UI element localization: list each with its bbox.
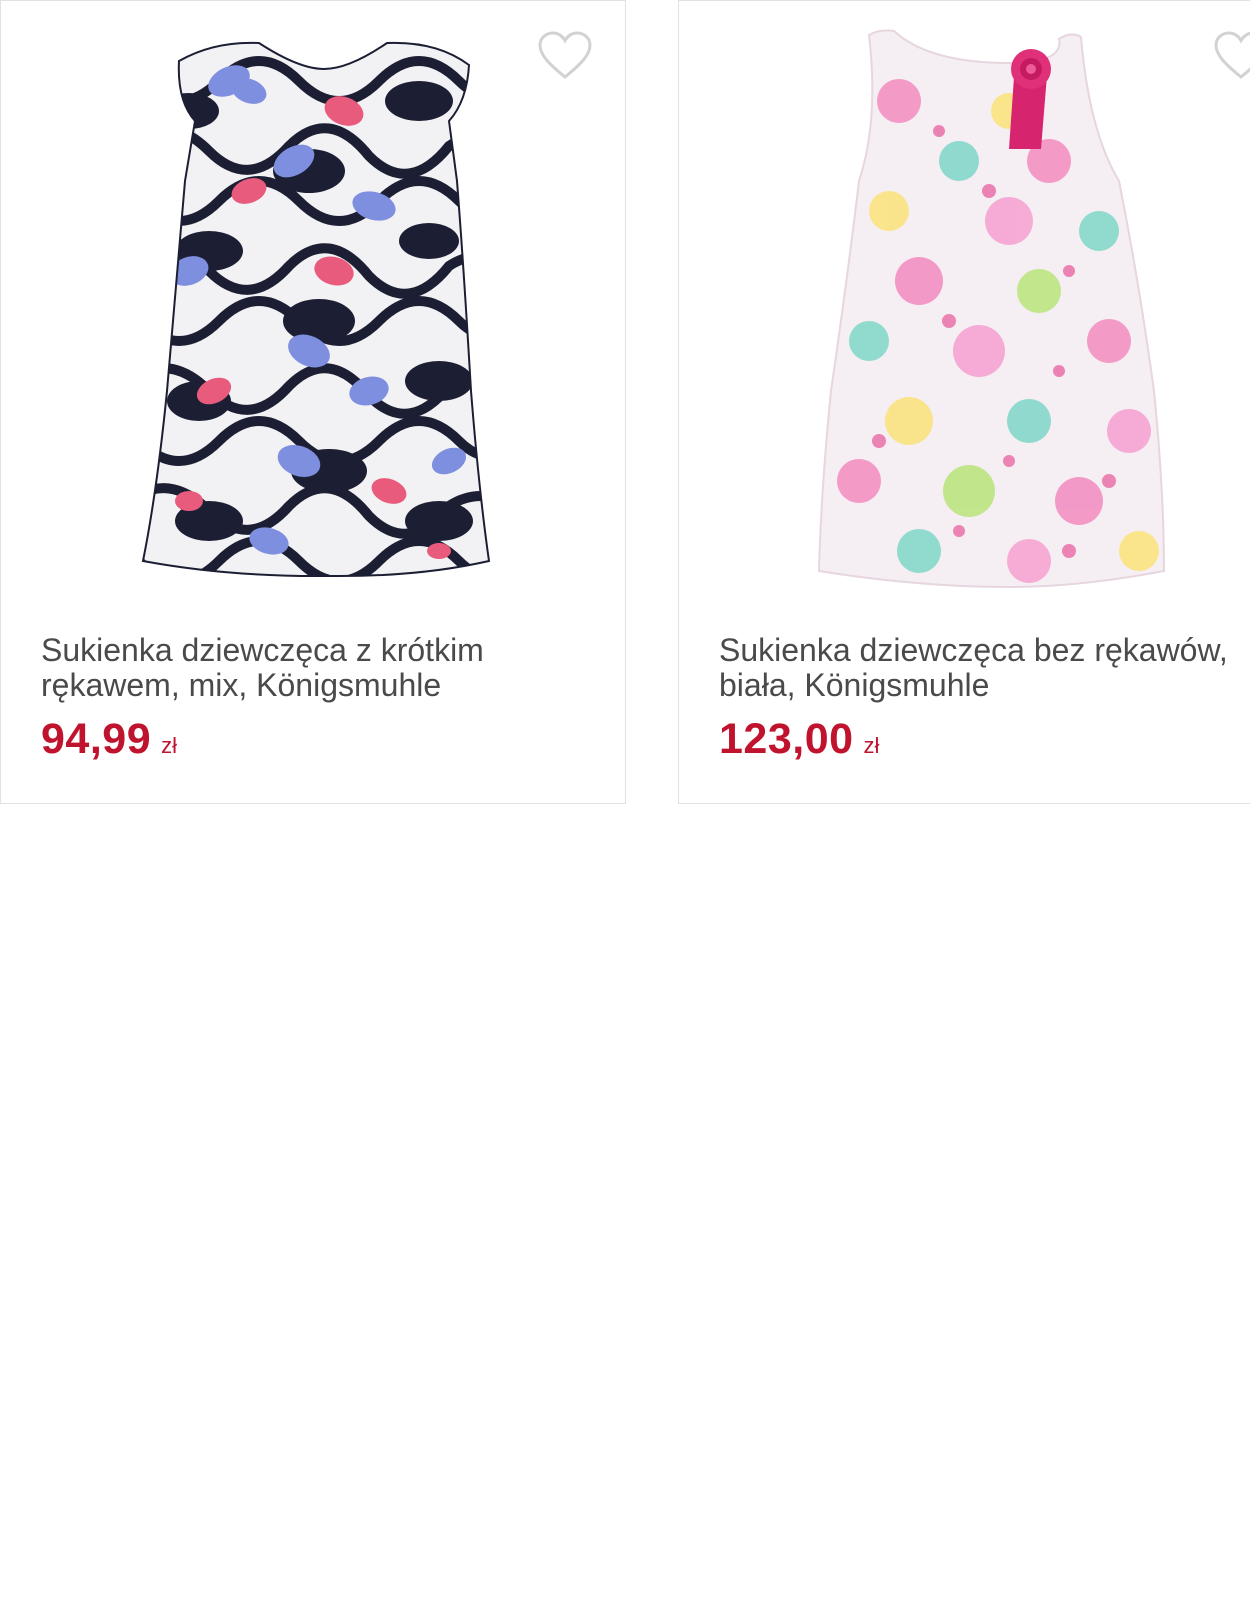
product-image[interactable] [119, 21, 539, 601]
favorite-button[interactable] [537, 31, 593, 81]
product-price: 94,99 zł [41, 715, 177, 764]
product-title-line: biała, Königsmuhle [719, 667, 990, 703]
product-price: 123,00 zł [719, 715, 879, 764]
price-currency: zł [863, 733, 880, 758]
product-card[interactable]: Sukienka dziewczęca bez rękawów, biała, … [678, 0, 1250, 804]
heart-outline-icon [538, 31, 592, 79]
product-title-line: Sukienka dziewczęca bez rękawów, [719, 632, 1228, 668]
product-grid: Sukienka dziewczęca z krótkim rękawem, m… [0, 0, 1250, 806]
product-title-line: Sukienka dziewczęca z krótkim [41, 632, 484, 668]
product-title[interactable]: Sukienka dziewczęca bez rękawów, biała, … [719, 633, 1250, 703]
product-title[interactable]: Sukienka dziewczęca z krótkim rękawem, m… [41, 632, 625, 703]
price-currency: zł [161, 733, 177, 758]
price-amount: 94,99 [41, 715, 152, 763]
price-amount: 123,00 [719, 715, 854, 763]
product-title-line: rękawem, mix, Königsmuhle [41, 667, 442, 703]
product-card[interactable]: Sukienka dziewczęca z krótkim rękawem, m… [0, 0, 626, 804]
product-image[interactable] [809, 21, 1229, 601]
